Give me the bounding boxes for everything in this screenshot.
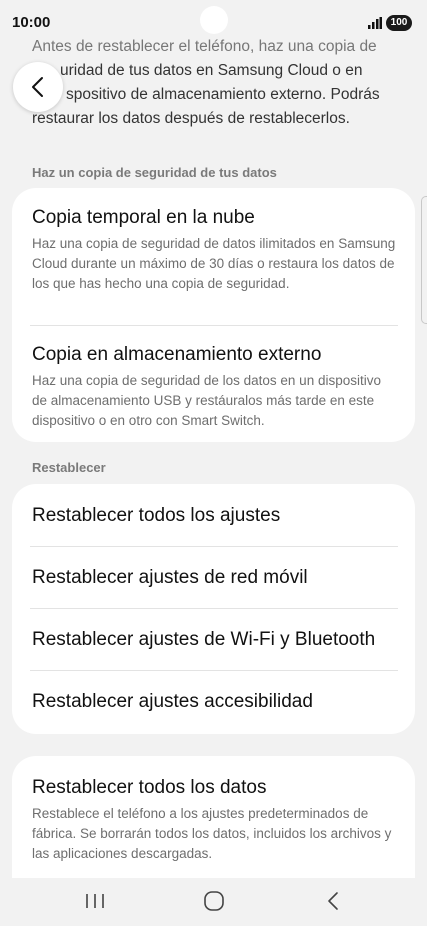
back-icon[interactable] [324, 890, 342, 912]
front-camera [200, 6, 228, 34]
item-description: Haz una copia de seguridad de datos ilim… [32, 236, 396, 291]
intro-line: Antes de restablecer el teléfono, haz un… [32, 38, 377, 55]
signal-icon [368, 17, 382, 29]
home-icon[interactable] [203, 890, 225, 912]
item-title: Restablecer todos los datos [32, 777, 267, 798]
chevron-left-icon [32, 77, 43, 97]
back-button[interactable] [13, 62, 63, 112]
intro-line: spositivo de almacenamiento externo. Pod… [66, 86, 380, 103]
factory-reset-item[interactable]: Restablecer todos los datos Restablece e… [32, 776, 398, 864]
item-title: Copia en almacenamiento externo [32, 344, 322, 365]
intro-text: Antes de restablecer el teléfono, haz un… [32, 35, 402, 131]
intro-line: restaurar los datos después de restablec… [32, 110, 350, 127]
section-header-reset: Restablecer [32, 460, 106, 475]
status-time: 10:00 [12, 14, 51, 31]
section-header-backup: Haz un copia de seguridad de tus datos [32, 165, 277, 180]
divider [30, 546, 398, 547]
reset-accessibility-item[interactable]: Restablecer ajustes accesibilidad [32, 690, 313, 714]
divider [30, 608, 398, 609]
item-description: Haz una copia de seguridad de los datos … [32, 373, 381, 428]
intro-line: uridad de tus datos en Samsung Cloud o e… [60, 62, 363, 79]
item-title: Copia temporal en la nube [32, 207, 255, 228]
scroll-indicator[interactable] [421, 196, 427, 324]
external-backup-item[interactable]: Copia en almacenamiento externo Haz una … [32, 343, 398, 431]
status-bar: 10:00 100 [0, 0, 427, 34]
factory-reset-card: Restablecer todos los datos Restablece e… [12, 756, 415, 878]
navigation-bar [0, 878, 427, 926]
backup-card: Copia temporal en la nube Haz una copia … [12, 188, 415, 442]
reset-mobile-network-item[interactable]: Restablecer ajustes de red móvil [32, 566, 308, 590]
divider [30, 325, 398, 326]
reset-wifi-bluetooth-item[interactable]: Restablecer ajustes de Wi-Fi y Bluetooth [32, 628, 375, 652]
divider [30, 670, 398, 671]
battery-icon: 100 [386, 15, 412, 31]
reset-all-settings-item[interactable]: Restablecer todos los ajustes [32, 504, 280, 528]
cloud-backup-item[interactable]: Copia temporal en la nube Haz una copia … [32, 206, 398, 294]
item-description: Restablece el teléfono a los ajustes pre… [32, 806, 392, 861]
recents-icon[interactable] [84, 890, 106, 912]
reset-card: Restablecer todos los ajustes Restablece… [12, 484, 415, 734]
